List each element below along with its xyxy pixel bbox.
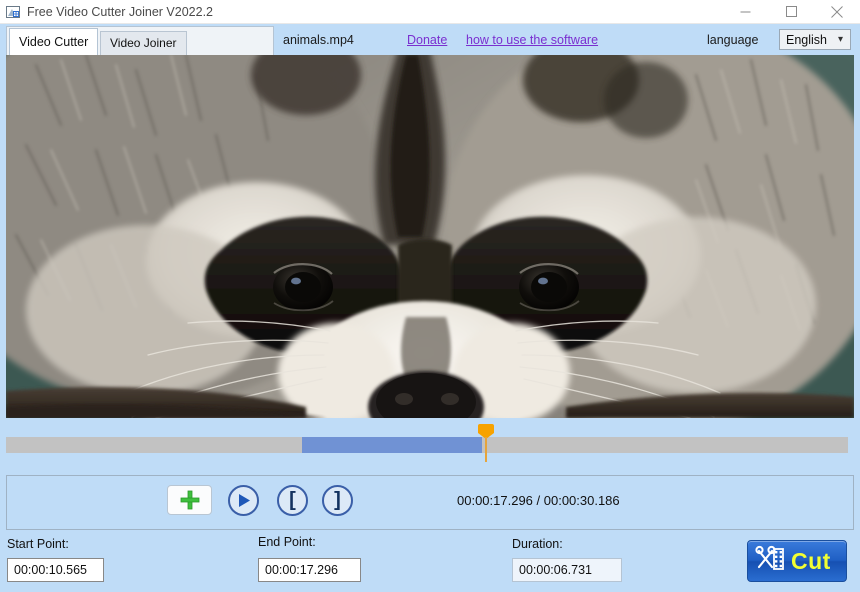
minimize-icon[interactable] — [722, 0, 768, 24]
playhead-stem — [485, 437, 487, 462]
window-controls — [722, 0, 860, 24]
tab-video-joiner[interactable]: Video Joiner — [100, 31, 187, 55]
start-point-input[interactable]: 00:00:10.565 — [7, 558, 104, 582]
language-label: language — [707, 33, 759, 47]
play-button[interactable] — [228, 485, 259, 516]
tab-video-cutter[interactable]: Video Cutter — [9, 28, 99, 57]
close-icon[interactable] — [814, 0, 860, 24]
app-window: Free Video Cutter Joiner V2022.2 Video C… — [0, 0, 860, 592]
timeline-playhead[interactable] — [478, 424, 494, 462]
window-title: Free Video Cutter Joiner V2022.2 — [27, 4, 213, 19]
timeline-track[interactable] — [6, 437, 848, 453]
time-display: 00:00:17.296 / 00:00:30.186 — [457, 493, 620, 508]
language-value: English — [786, 32, 827, 47]
app-icon — [5, 4, 21, 20]
duration-label: Duration: — [512, 537, 563, 551]
toolbar: Video Cutter Video Joiner animals.mp4 Do… — [0, 24, 860, 57]
cut-button[interactable]: Cut — [747, 540, 847, 582]
language-dropdown[interactable]: English ▾ — [779, 29, 851, 50]
set-start-bracket-icon: [ — [289, 488, 296, 511]
add-file-button[interactable] — [167, 485, 212, 515]
maximize-icon[interactable] — [768, 0, 814, 24]
end-point-input[interactable]: 00:00:17.296 — [258, 558, 361, 582]
cut-button-label: Cut — [791, 547, 831, 574]
video-preview[interactable] — [6, 55, 854, 418]
how-to-use-link[interactable]: how to use the software — [466, 24, 598, 55]
set-end-point-button[interactable]: ] — [322, 485, 353, 516]
set-start-point-button[interactable]: [ — [277, 485, 308, 516]
donate-link[interactable]: Donate — [407, 24, 447, 55]
chevron-down-icon: ▾ — [837, 33, 843, 45]
title-bar: Free Video Cutter Joiner V2022.2 — [0, 0, 860, 24]
playback-control-panel — [6, 475, 854, 530]
start-point-label: Start Point: — [7, 537, 69, 551]
tab-strip: Video Cutter Video Joiner — [6, 26, 274, 57]
plus-icon — [180, 490, 199, 510]
set-end-bracket-icon: ] — [334, 488, 341, 511]
timeline-selection-range[interactable] — [302, 437, 482, 453]
video-frame-raccoon — [6, 55, 854, 418]
play-icon — [238, 494, 250, 507]
scissors-film-icon — [755, 545, 785, 578]
end-point-label: End Point: — [258, 535, 316, 549]
current-file-name: animals.mp4 — [283, 33, 354, 47]
duration-value: 00:00:06.731 — [512, 558, 622, 582]
